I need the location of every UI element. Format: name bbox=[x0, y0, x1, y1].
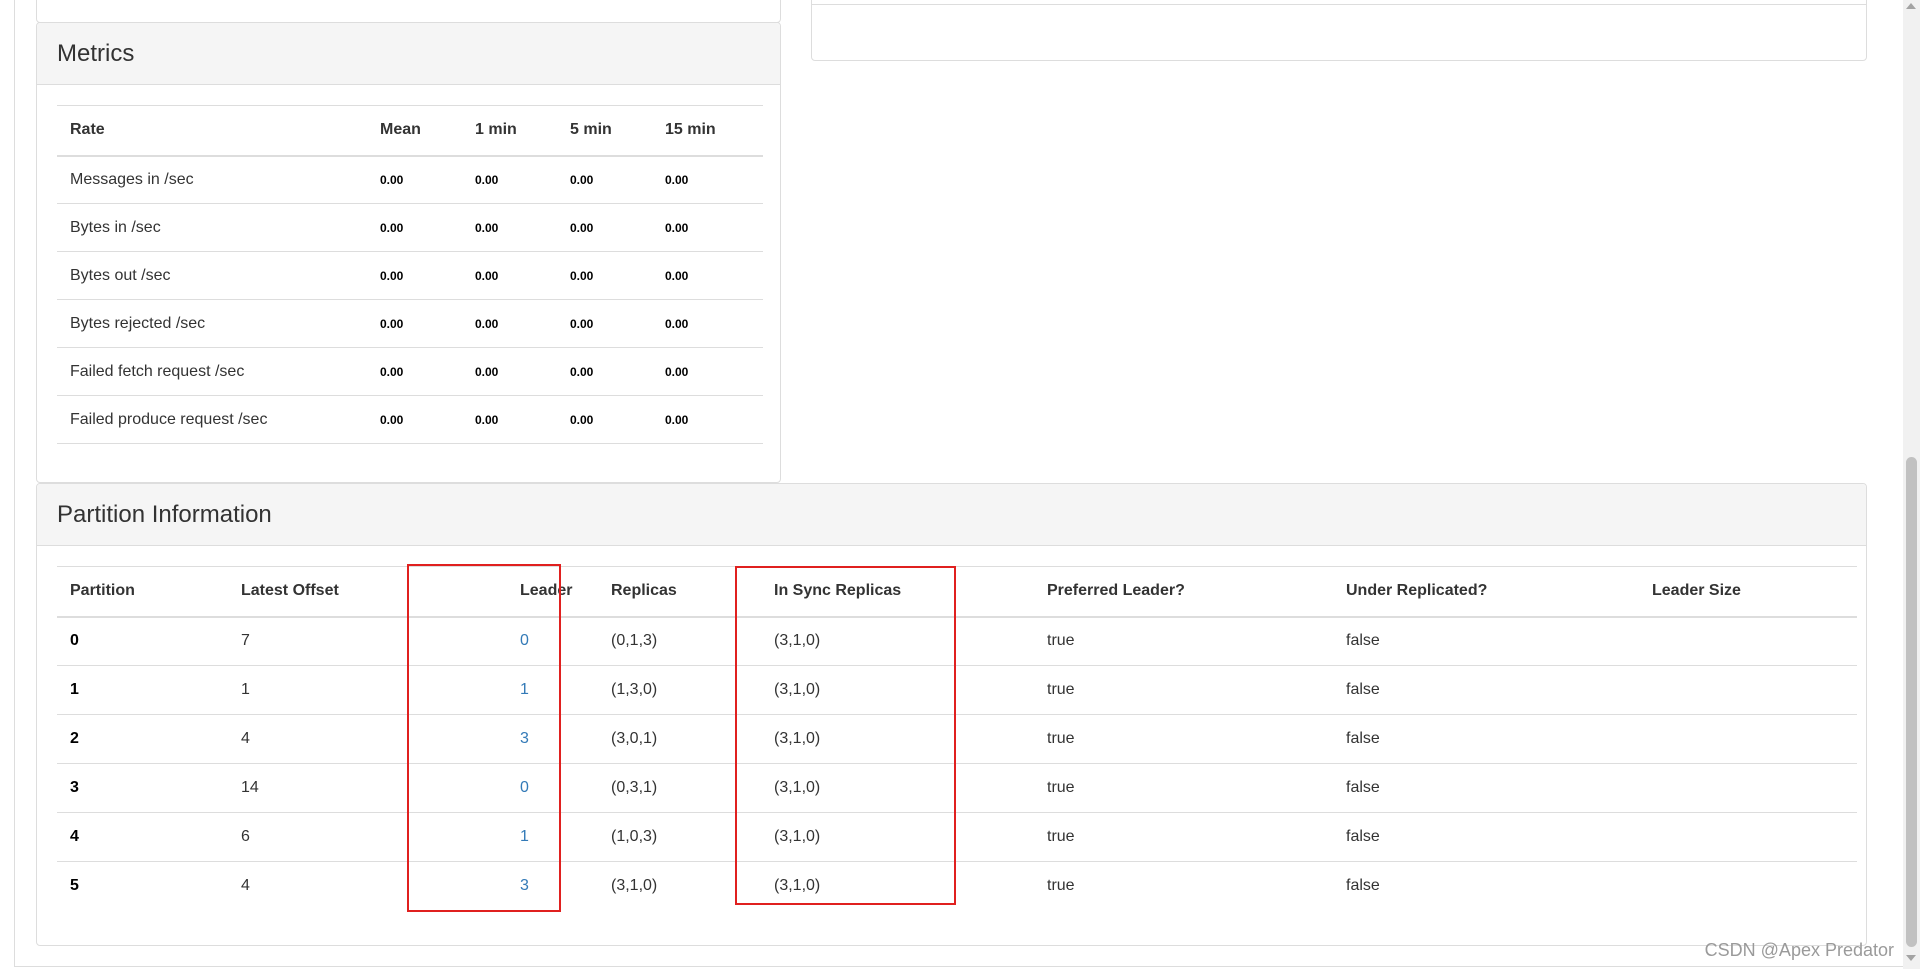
cell-size bbox=[1639, 812, 1857, 862]
header-5min: 5 min bbox=[557, 105, 652, 157]
metrics-row: Failed fetch request /sec 0.00 0.00 0.00 0.0… bbox=[57, 347, 763, 396]
header-preferred-leader: Preferred Leader? bbox=[1034, 566, 1333, 618]
cell-partition: 4 bbox=[57, 812, 228, 862]
metric-value-m5: 0.00 bbox=[557, 251, 652, 300]
cell-preferred: true bbox=[1034, 714, 1333, 764]
metric-value-m15: 0.00 bbox=[652, 347, 763, 396]
cell-preferred: true bbox=[1034, 763, 1333, 813]
cell-preferred: true bbox=[1034, 665, 1333, 715]
metric-value-mean: 0.00 bbox=[367, 299, 462, 348]
metric-value-m1: 0.00 bbox=[462, 203, 557, 252]
header-1min: 1 min bbox=[462, 105, 557, 157]
metric-rate-label: Bytes rejected /sec bbox=[57, 299, 367, 348]
cell-partition: 0 bbox=[57, 616, 228, 666]
cell-partition: 5 bbox=[57, 861, 228, 911]
metrics-row: Bytes in /sec 0.00 0.00 0.00 0.00 bbox=[57, 203, 763, 252]
partition-row: 5 4 3 (3,1,0) (3,1,0) true false bbox=[57, 861, 1857, 911]
cell-under: false bbox=[1333, 714, 1639, 764]
leader-column-highlight bbox=[407, 564, 561, 912]
metric-value-mean: 0.00 bbox=[367, 155, 462, 204]
watermark: CSDN @Apex Predator bbox=[1704, 940, 1894, 960]
partition-row: 0 7 0 (0,1,3) (3,1,0) true false bbox=[57, 616, 1857, 666]
metrics-row: Bytes rejected /sec 0.00 0.00 0.00 0.00 bbox=[57, 299, 763, 348]
metrics-row: Failed produce request /sec 0.00 0.00 0.00 0… bbox=[57, 395, 763, 444]
header-15min: 15 min bbox=[652, 105, 763, 157]
top-right-panel-stub bbox=[811, 0, 1867, 61]
partition-row: 1 1 1 (1,3,0) (3,1,0) true false bbox=[57, 665, 1857, 715]
metric-value-m5: 0.00 bbox=[557, 347, 652, 396]
cell-under: false bbox=[1333, 665, 1639, 715]
metric-value-m1: 0.00 bbox=[462, 347, 557, 396]
metric-rate-label: Bytes in /sec bbox=[57, 203, 367, 252]
vertical-scrollbar[interactable] bbox=[1903, 0, 1920, 969]
metric-rate-label: Messages in /sec bbox=[57, 155, 367, 204]
metric-value-m1: 0.00 bbox=[462, 251, 557, 300]
header-leader-size: Leader Size bbox=[1639, 566, 1857, 618]
metric-value-mean: 0.00 bbox=[367, 203, 462, 252]
scroll-down-arrow-icon[interactable] bbox=[1906, 955, 1916, 961]
metrics-row: Bytes out /sec 0.00 0.00 0.00 0.00 bbox=[57, 251, 763, 300]
scroll-up-arrow-icon[interactable] bbox=[1906, 3, 1916, 9]
partition-table: Partition Latest Offset Leader Replicas In S… bbox=[57, 566, 1857, 911]
metric-value-m5: 0.00 bbox=[557, 155, 652, 204]
metric-rate-label: Failed fetch request /sec bbox=[57, 347, 367, 396]
cell-size bbox=[1639, 616, 1857, 666]
cell-size bbox=[1639, 714, 1857, 764]
scrollbar-thumb[interactable] bbox=[1906, 457, 1917, 947]
metric-rate-label: Bytes out /sec bbox=[57, 251, 367, 300]
metric-value-m1: 0.00 bbox=[462, 299, 557, 348]
metric-value-m5: 0.00 bbox=[557, 395, 652, 444]
partition-header-row: Partition Latest Offset Leader Replicas In S… bbox=[57, 566, 1857, 618]
header-mean: Mean bbox=[367, 105, 462, 157]
cell-preferred: true bbox=[1034, 812, 1333, 862]
cell-size bbox=[1639, 861, 1857, 911]
metric-value-m5: 0.00 bbox=[557, 203, 652, 252]
partition-row: 4 6 1 (1,0,3) (3,1,0) true false bbox=[57, 812, 1857, 862]
metrics-header-row: Rate Mean 1 min 5 min 15 min bbox=[57, 105, 763, 157]
metrics-table: Rate Mean 1 min 5 min 15 min Messages in /sec… bbox=[57, 105, 763, 444]
partition-row: 2 4 3 (3,0,1) (3,1,0) true false bbox=[57, 714, 1857, 764]
metric-value-m15: 0.00 bbox=[652, 299, 763, 348]
metric-value-mean: 0.00 bbox=[367, 395, 462, 444]
metrics-panel: Metrics Rate Mean 1 min 5 min 15 min Messages… bbox=[36, 22, 781, 483]
metric-value-m1: 0.00 bbox=[462, 395, 557, 444]
cell-under: false bbox=[1333, 861, 1639, 911]
cell-partition: 3 bbox=[57, 763, 228, 813]
metric-rate-label: Failed produce request /sec bbox=[57, 395, 367, 444]
top-left-panel-stub bbox=[36, 0, 781, 23]
cell-under: false bbox=[1333, 616, 1639, 666]
cell-partition: 1 bbox=[57, 665, 228, 715]
header-partition: Partition bbox=[57, 566, 228, 618]
cell-under: false bbox=[1333, 763, 1639, 813]
metric-value-m15: 0.00 bbox=[652, 155, 763, 204]
metric-value-m15: 0.00 bbox=[652, 203, 763, 252]
metrics-title: Metrics bbox=[37, 23, 780, 85]
partition-title: Partition Information bbox=[37, 484, 1866, 546]
metrics-row: Messages in /sec 0.00 0.00 0.00 0.00 bbox=[57, 155, 763, 204]
cell-under: false bbox=[1333, 812, 1639, 862]
cell-preferred: true bbox=[1034, 616, 1333, 666]
metric-value-m1: 0.00 bbox=[462, 155, 557, 204]
cell-partition: 2 bbox=[57, 714, 228, 764]
header-under-replicated: Under Replicated? bbox=[1333, 566, 1639, 618]
cell-preferred: true bbox=[1034, 861, 1333, 911]
metric-value-mean: 0.00 bbox=[367, 347, 462, 396]
metric-value-m5: 0.00 bbox=[557, 299, 652, 348]
metric-value-mean: 0.00 bbox=[367, 251, 462, 300]
partition-row: 3 14 0 (0,3,1) (3,1,0) true false bbox=[57, 763, 1857, 813]
cell-size bbox=[1639, 763, 1857, 813]
metric-value-m15: 0.00 bbox=[652, 395, 763, 444]
metric-value-m15: 0.00 bbox=[652, 251, 763, 300]
header-rate: Rate bbox=[57, 105, 367, 157]
cell-size bbox=[1639, 665, 1857, 715]
isr-column-highlight bbox=[735, 566, 956, 905]
